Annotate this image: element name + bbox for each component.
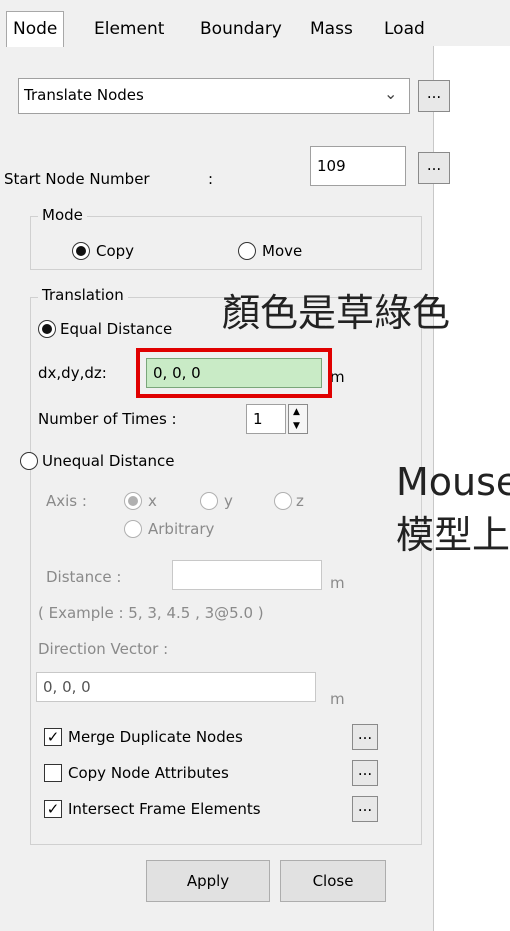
intersect-frame-more-button[interactable]: ... — [352, 796, 378, 822]
tab-node[interactable]: Node — [6, 11, 65, 47]
axis-label: Axis : — [46, 492, 87, 510]
mode-move-radio[interactable] — [238, 242, 256, 260]
merge-duplicate-label: Merge Duplicate Nodes — [68, 728, 243, 746]
start-node-label: Start Node Number — [4, 170, 150, 188]
axis-arbitrary-radio[interactable] — [124, 520, 142, 538]
unequal-distance-label: Unequal Distance — [42, 452, 175, 470]
copy-attributes-more-button[interactable]: ... — [352, 760, 378, 786]
axis-z-radio[interactable] — [274, 492, 292, 510]
translation-group-title: Translation — [38, 286, 128, 304]
tab-element[interactable]: Element — [88, 12, 170, 46]
distance-example: ( Example : 5, 3, 4.5 , 3@5.0 ) — [38, 604, 264, 622]
start-node-more-button[interactable]: ... — [418, 152, 450, 184]
mode-group — [30, 216, 422, 270]
number-of-times-label: Number of Times : — [38, 410, 177, 428]
annotation-highlight-box — [136, 348, 332, 398]
start-node-colon: : — [208, 170, 214, 188]
tab-boundary[interactable]: Boundary — [194, 12, 288, 46]
distance-unit: m — [330, 574, 345, 592]
distance-label: Distance : — [46, 568, 122, 586]
spin-up-icon[interactable]: ▲ — [293, 408, 300, 417]
mode-copy-label: Copy — [96, 242, 135, 260]
apply-button[interactable]: Apply — [146, 860, 270, 902]
mode-group-title: Mode — [38, 206, 87, 224]
number-of-times-input[interactable]: 1 — [246, 404, 286, 434]
axis-arbitrary-label: Arbitrary — [148, 520, 215, 538]
number-of-times-spinner[interactable]: ▲ ▼ — [288, 404, 308, 434]
axis-y-label: y — [224, 492, 233, 510]
annotation-mouse-note-line1: Mouse — [396, 460, 510, 504]
tab-load[interactable]: Load — [378, 12, 431, 46]
direction-vector-input[interactable]: 0, 0, 0 — [36, 672, 316, 702]
direction-vector-label: Direction Vector : — [38, 640, 169, 658]
intersect-frame-label: Intersect Frame Elements — [68, 800, 261, 818]
equal-distance-radio[interactable] — [38, 320, 56, 338]
copy-attributes-label: Copy Node Attributes — [68, 764, 229, 782]
axis-x-label: x — [148, 492, 157, 510]
unequal-distance-radio[interactable] — [20, 452, 38, 470]
mode-move-label: Move — [262, 242, 303, 260]
copy-attributes-checkbox[interactable] — [44, 764, 62, 782]
start-node-input[interactable]: 109 — [310, 146, 406, 186]
axis-y-radio[interactable] — [200, 492, 218, 510]
dxdydz-unit: m — [330, 368, 345, 386]
annotation-mouse-note-line2: 模型上 — [396, 513, 510, 557]
merge-duplicate-more-button[interactable]: ... — [352, 724, 378, 750]
close-button[interactable]: Close — [280, 860, 386, 902]
tab-mass[interactable]: Mass — [304, 12, 359, 46]
axis-x-radio[interactable] — [124, 492, 142, 510]
function-more-button[interactable]: ... — [418, 80, 450, 112]
spin-down-icon[interactable]: ▼ — [293, 422, 300, 431]
annotation-green-note: 顏色是草綠色 — [222, 291, 451, 335]
intersect-frame-checkbox[interactable]: ✓ — [44, 800, 62, 818]
dxdydz-label: dx,dy,dz: — [38, 364, 107, 382]
function-select-value: Translate Nodes — [24, 86, 144, 104]
direction-vector-unit: m — [330, 690, 345, 708]
mode-copy-radio[interactable] — [72, 242, 90, 260]
equal-distance-label: Equal Distance — [60, 320, 173, 338]
distance-input[interactable] — [172, 560, 322, 590]
merge-duplicate-checkbox[interactable]: ✓ — [44, 728, 62, 746]
axis-z-label: z — [296, 492, 304, 510]
chevron-down-icon[interactable]: ⌄ — [384, 84, 397, 103]
